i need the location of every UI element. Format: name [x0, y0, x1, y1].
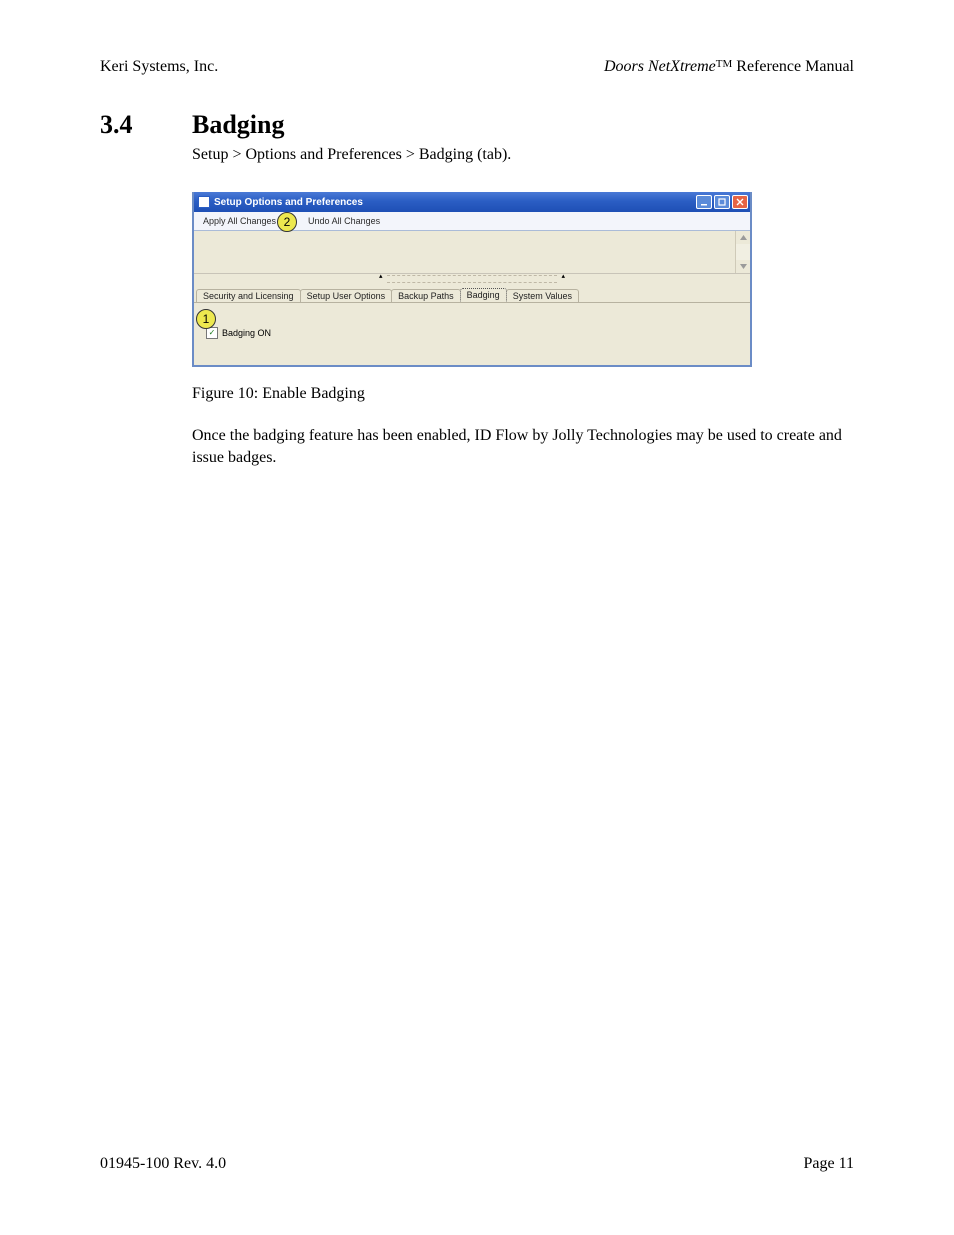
document-type: Reference Manual [732, 58, 854, 75]
callout-1: 1 [196, 309, 216, 329]
header-company: Keri Systems, Inc. [100, 58, 218, 76]
figure-screenshot: Setup Options and Preferences Apply All … [192, 192, 854, 367]
window-controls [696, 195, 748, 209]
apply-all-changes-button[interactable]: Apply All Changes [198, 212, 281, 230]
page-footer: 01945-100 Rev. 4.0 Page 11 [100, 1155, 854, 1173]
figure-caption: Figure 10: Enable Badging [192, 385, 854, 403]
close-icon [736, 198, 744, 206]
badging-on-row: ✓ Badging ON [206, 327, 271, 339]
header-document-title: Doors NetXtremeTM Reference Manual [604, 58, 854, 76]
tab-system-values[interactable]: System Values [506, 289, 579, 302]
maximize-button[interactable] [714, 195, 730, 209]
badging-on-label: Badging ON [222, 328, 271, 338]
page-header: Keri Systems, Inc. Doors NetXtremeTM Ref… [100, 58, 854, 76]
toolbar: Apply All Changes Undo All Changes 2 [194, 212, 750, 231]
app-icon [198, 196, 210, 208]
product-name: Doors NetXtreme [604, 58, 716, 75]
window-titlebar[interactable]: Setup Options and Preferences [194, 192, 750, 212]
maximize-icon [718, 198, 726, 206]
scroll-up-button[interactable] [736, 231, 750, 244]
tabs-row: Security and Licensing Setup User Option… [194, 284, 750, 302]
tab-setup-user-options[interactable]: Setup User Options [300, 289, 393, 302]
trademark-symbol: TM [716, 58, 733, 70]
tab-badging[interactable]: Badging [460, 288, 507, 302]
section-title: Badging [192, 110, 285, 140]
splitter-handle[interactable]: ▴ ▴ [194, 274, 750, 284]
tab-badging-content: 1 ✓ Badging ON [194, 302, 750, 365]
close-button[interactable] [732, 195, 748, 209]
window-title: Setup Options and Preferences [214, 197, 692, 208]
tab-backup-paths[interactable]: Backup Paths [391, 289, 461, 302]
chevron-up-icon [740, 235, 747, 240]
section-heading: 3.4 Badging [100, 110, 854, 140]
section-number: 3.4 [100, 110, 192, 140]
body-paragraph: Once the badging feature has been enable… [192, 425, 854, 468]
tab-security-and-licensing[interactable]: Security and Licensing [196, 289, 301, 302]
window-setup-options: Setup Options and Preferences Apply All … [192, 192, 752, 367]
scroll-down-button[interactable] [736, 260, 750, 273]
upper-panel [194, 231, 750, 274]
minimize-icon [700, 198, 708, 206]
undo-all-changes-button[interactable]: Undo All Changes [303, 212, 385, 230]
minimize-button[interactable] [696, 195, 712, 209]
page-number: Page 11 [803, 1155, 854, 1173]
scrollbar[interactable] [735, 231, 750, 273]
chevron-down-icon [740, 264, 747, 269]
splitter-grip-icon: ▴ ▴ [387, 275, 557, 283]
doc-rev: 01945-100 Rev. 4.0 [100, 1155, 226, 1173]
callout-2: 2 [277, 212, 297, 232]
checkmark-icon: ✓ [209, 329, 216, 337]
breadcrumb: Setup > Options and Preferences > Badgin… [192, 146, 854, 164]
